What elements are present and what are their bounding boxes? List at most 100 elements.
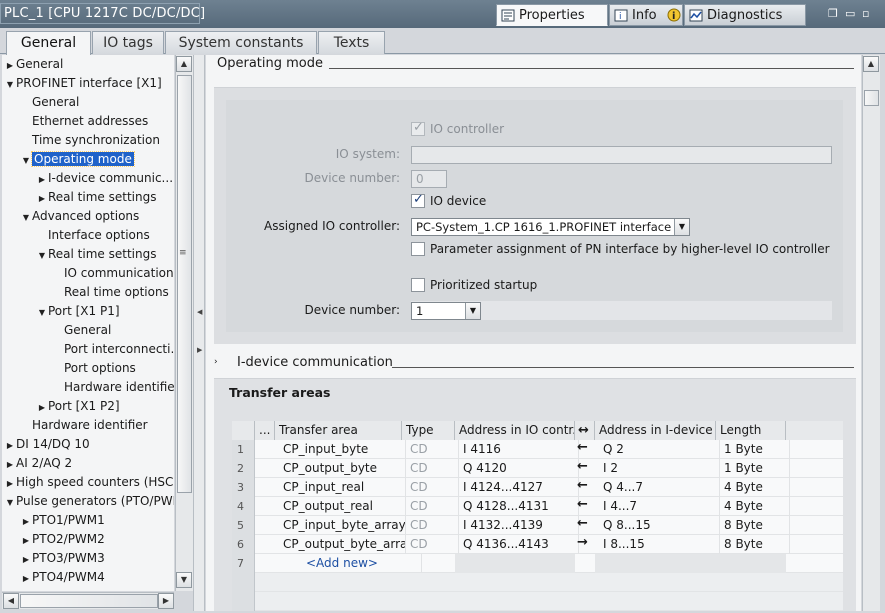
cell-addr-idev[interactable]: Q 4...7 xyxy=(599,478,720,497)
cell-name[interactable]: CP_input_byte xyxy=(279,440,406,459)
cell-type[interactable]: CD xyxy=(406,478,459,497)
chevron-right-icon[interactable]: ▶ xyxy=(4,474,16,493)
content-scroll-thumb[interactable] xyxy=(864,90,879,106)
nav-item[interactable]: ▼ Operating mode xyxy=(20,150,135,169)
nav-item[interactable]: IO communication xyxy=(52,264,174,283)
nav-horizontal-scrollbar[interactable]: ◀ ▶ xyxy=(2,592,174,609)
cell-length[interactable]: 4 Byte xyxy=(720,497,790,516)
col-addr-idev[interactable]: Address in I-device xyxy=(595,421,716,440)
pane-splitter[interactable]: ◀ ▶ xyxy=(193,55,205,611)
nav-item[interactable]: ▶ PTO4/PWM4 xyxy=(20,568,105,587)
cell-length[interactable]: 4 Byte xyxy=(720,478,790,497)
device-number-select[interactable]: 1 ▼ xyxy=(411,302,481,320)
chevron-right-icon[interactable]: ▶ xyxy=(20,531,32,550)
cell-name[interactable]: CP_output_byte xyxy=(279,459,406,478)
cell-length[interactable]: 1 Byte xyxy=(720,459,790,478)
cell-name[interactable]: CP_input_byte_array xyxy=(279,516,406,535)
nav-item[interactable]: Port interconnecti... xyxy=(52,340,174,359)
assigned-io-controller-select[interactable]: PC-System_1.CP 1616_1.PROFINET interface… xyxy=(411,218,690,236)
chevron-right-icon[interactable]: ▶ xyxy=(20,550,32,569)
nav-item[interactable]: ▶ DI 14/DQ 10 xyxy=(4,435,90,454)
cell-length[interactable]: 1 Byte xyxy=(720,440,790,459)
nav-item[interactable]: ▼ PROFINET interface [X1] xyxy=(4,74,162,93)
tab-info[interactable]: i Info i xyxy=(609,4,683,26)
nav-item[interactable]: Real time options xyxy=(52,283,169,302)
nav-scroll-thumb[interactable] xyxy=(177,75,192,493)
nav-item[interactable]: ▶ Real time settings xyxy=(36,188,157,207)
chevron-right-icon[interactable]: ▶ xyxy=(20,512,32,531)
collapse-left-icon[interactable]: ◀ xyxy=(197,308,202,316)
tab-general[interactable]: General xyxy=(6,31,91,55)
cell-addr-idev[interactable]: I 4...7 xyxy=(599,497,720,516)
nav-item[interactable]: Hardware identifier xyxy=(52,378,174,397)
table-row[interactable]: 2 CP_output_byte CD Q 4120 I 21 Byte ← xyxy=(232,459,843,478)
nav-item[interactable]: ▶ Port [X1 P2] xyxy=(36,397,120,416)
nav-item[interactable]: General xyxy=(20,93,79,112)
col-length[interactable]: Length xyxy=(716,421,786,440)
cell-type[interactable]: CD xyxy=(406,459,459,478)
table-row[interactable]: 6 CP_output_byte_array CD Q 4136...4143 I 8.… xyxy=(232,535,843,554)
chevron-down-icon[interactable]: ▼ xyxy=(36,246,48,265)
chevron-right-icon[interactable]: ▶ xyxy=(20,569,32,588)
float-icon[interactable]: ❐ xyxy=(828,7,838,20)
row-number[interactable]: 5 xyxy=(232,516,255,535)
cell-length[interactable]: 8 Byte xyxy=(720,516,790,535)
nav-vertical-scrollbar[interactable]: ▲ ≡ ▼ xyxy=(175,55,193,591)
chevron-down-icon[interactable]: ▼ xyxy=(4,75,16,94)
chevron-right-icon[interactable]: ▶ xyxy=(4,56,16,75)
add-new-button[interactable]: <Add new> xyxy=(302,554,422,573)
table-row[interactable]: 3 CP_input_real CD I 4124...4127 Q 4...7 4 By… xyxy=(232,478,843,497)
tab-texts[interactable]: Texts xyxy=(318,31,385,54)
nav-item[interactable]: General xyxy=(52,321,111,340)
col-transfer-area[interactable]: Transfer area xyxy=(275,421,402,440)
nav-item[interactable]: ▶ PTO3/PWM3 xyxy=(20,549,105,568)
tab-io-tags[interactable]: IO tags xyxy=(92,31,164,54)
nav-item[interactable]: ▼ Real time settings xyxy=(36,245,157,265)
nav-item[interactable]: ▼ Advanced options xyxy=(20,207,139,226)
col-direction[interactable]: ↔ xyxy=(575,421,595,440)
row-number[interactable]: 4 xyxy=(232,497,255,516)
param-assignment-checkbox[interactable] xyxy=(411,242,425,256)
cell-addr-idev[interactable]: I 8...15 xyxy=(599,535,720,554)
nav-scroll-down-icon[interactable]: ▼ xyxy=(176,572,192,588)
tab-properties[interactable]: Properties xyxy=(496,4,608,26)
cell-addr-io[interactable]: Q 4120 xyxy=(459,459,579,478)
content-scroll-up-icon[interactable]: ▲ xyxy=(863,56,879,72)
cell-type[interactable]: CD xyxy=(406,516,459,535)
row-number[interactable]: 6 xyxy=(232,535,255,554)
nav-item[interactable]: ▶ PTO1/PWM1 xyxy=(20,511,105,530)
chevron-down-icon[interactable]: ▼ xyxy=(674,219,689,235)
nav-item[interactable]: ▼ Pulse generators (PTO/PWM) xyxy=(4,492,174,511)
nav-scroll-right-icon[interactable]: ▶ xyxy=(158,593,174,609)
add-new-row[interactable]: 7 <Add new> xyxy=(232,554,843,573)
tab-system-constants[interactable]: System constants xyxy=(165,31,317,54)
chevron-down-icon[interactable]: ▼ xyxy=(465,303,480,319)
chevron-down-icon[interactable]: ▼ xyxy=(20,208,32,227)
nav-item[interactable]: ▶ General xyxy=(4,55,63,74)
cell-addr-idev[interactable]: Q 2 xyxy=(599,440,720,459)
table-row[interactable]: 1 CP_input_byte CD I 4116 Q 21 Byte ← xyxy=(232,440,843,459)
cell-addr-io[interactable]: Q 4128...4131 xyxy=(459,497,579,516)
cell-type[interactable]: CD xyxy=(406,535,459,554)
nav-item[interactable]: Hardware identifier xyxy=(20,416,148,435)
idevice-communication-title[interactable]: I-device communication xyxy=(237,355,393,370)
cell-addr-io[interactable]: Q 4136...4143 xyxy=(459,535,579,554)
nav-item[interactable]: Interface options xyxy=(36,226,150,245)
col-menu[interactable]: ... xyxy=(255,421,275,440)
nav-hscroll-thumb[interactable] xyxy=(20,594,158,608)
nav-scroll-left-icon[interactable]: ◀ xyxy=(3,593,19,609)
nav-item[interactable]: ▼ Port [X1 P1] xyxy=(36,302,120,321)
col-type[interactable]: Type xyxy=(402,421,455,440)
io-device-checkbox[interactable]: ✓ xyxy=(411,192,425,208)
nav-item[interactable]: ▶ I-device communic... xyxy=(36,169,173,188)
col-addr-io[interactable]: Address in IO contr... xyxy=(455,421,575,440)
cell-name[interactable]: CP_input_real xyxy=(279,478,406,497)
chevron-right-icon[interactable]: ▶ xyxy=(4,436,16,455)
table-row[interactable]: 5 CP_input_byte_array CD I 4132...4139 Q 8..… xyxy=(232,516,843,535)
cell-type[interactable]: CD xyxy=(406,440,459,459)
chevron-right-icon[interactable]: ▶ xyxy=(36,398,48,417)
close-icon[interactable]: ▫ xyxy=(862,7,869,20)
cell-type[interactable]: CD xyxy=(406,497,459,516)
table-row[interactable]: 4 CP_output_real CD Q 4128...4131 I 4...7 4 B… xyxy=(232,497,843,516)
chevron-right-icon[interactable]: › xyxy=(214,357,218,367)
